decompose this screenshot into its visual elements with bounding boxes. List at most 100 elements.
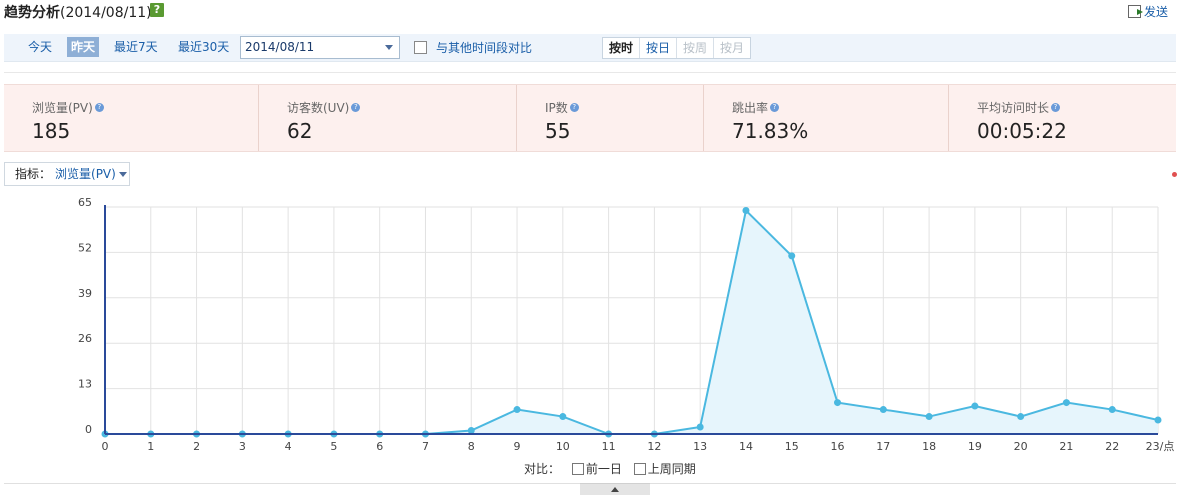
x-tick-label: 15 — [785, 440, 799, 453]
compare-last-week-checkbox[interactable] — [633, 463, 646, 475]
help-icon[interactable]: ? — [150, 3, 164, 17]
metric-label: 跳出率 — [732, 101, 769, 115]
send-button[interactable]: 发送 — [1127, 3, 1168, 20]
compare-last-week-label[interactable]: 上周同期 — [648, 462, 696, 476]
metric-pv: 浏览量(PV)? 185 — [4, 85, 259, 151]
indicator-label: 指标： — [15, 167, 52, 181]
x-tick-label: 16 — [831, 440, 845, 453]
metrics-summary: 浏览量(PV)? 185 访客数(UV)? 62 IP数? 55 跳出率? 71… — [4, 84, 1176, 152]
x-tick-label: 0 — [102, 440, 109, 453]
metric-label: 访客数(UV) — [287, 101, 350, 115]
x-tick-label: 9 — [514, 440, 521, 453]
question-icon[interactable]: ? — [1051, 103, 1061, 112]
granularity-month-button: 按月 — [720, 41, 745, 55]
x-tick-label: 10 — [556, 440, 570, 453]
metric-uv: 访客数(UV)? 62 — [259, 85, 517, 151]
x-tick-label: 8 — [468, 440, 475, 453]
metric-value: 185 — [32, 119, 71, 143]
data-point — [742, 206, 750, 214]
date-picker-value: 2014/08/11 — [245, 40, 315, 54]
metric-bounce-rate: 跳出率? 71.83% — [704, 85, 949, 151]
metric-avg-duration: 平均访问时长? 00:05:22 — [949, 85, 1176, 151]
granularity-week-button: 按周 — [677, 38, 715, 58]
x-tick-label: 21 — [1059, 440, 1073, 453]
title-bar: 趋势分析(2014/08/11) ? 发送 — [0, 0, 1178, 24]
y-tick-label: 39 — [78, 287, 92, 300]
send-icon — [1127, 5, 1143, 18]
compare-label[interactable]: 与其他时间段对比 — [436, 39, 532, 56]
metric-label: 浏览量(PV) — [32, 101, 93, 115]
legend-label: 对比： — [524, 462, 561, 476]
x-tick-label: 12 — [647, 440, 661, 453]
date-toolbar: 今天 昨天 最近7天 最近30天 2014/08/11 与其他时间段对比 按时 … — [4, 34, 1176, 62]
compare-legend: 对比： 前一日 上周同期 — [0, 460, 1178, 480]
compare-checkbox[interactable] — [414, 41, 427, 54]
x-tick-label: 23/点 — [1146, 440, 1175, 453]
granularity-hour-button[interactable]: 按时 — [603, 38, 641, 58]
data-point — [1154, 416, 1162, 424]
metric-value: 00:05:22 — [977, 119, 1067, 143]
date-picker[interactable]: 2014/08/11 — [240, 36, 400, 59]
range-7days-button[interactable]: 最近7天 — [110, 37, 162, 57]
question-icon[interactable]: ? — [770, 103, 780, 112]
data-point — [788, 252, 796, 260]
range-yesterday-button[interactable]: 昨天 — [67, 37, 100, 57]
y-tick-label: 26 — [78, 332, 92, 345]
x-tick-label: 7 — [422, 440, 429, 453]
page-title: 趋势分析(2014/08/11) — [4, 5, 152, 21]
x-tick-label: 3 — [239, 440, 246, 453]
x-tick-label: 17 — [876, 440, 890, 453]
series-line — [105, 208, 1159, 435]
data-point — [925, 413, 933, 421]
x-tick-label: 14 — [739, 440, 753, 453]
question-icon[interactable]: ? — [569, 103, 579, 112]
data-point — [971, 402, 979, 410]
x-tick-label: 4 — [285, 440, 292, 453]
metric-label: 平均访问时长 — [977, 101, 1050, 115]
metric-label: IP数 — [545, 101, 568, 115]
indicator-select[interactable]: 指标： 浏览量(PV) — [4, 162, 130, 186]
x-tick-label: 2 — [193, 440, 200, 453]
series-area — [105, 210, 1158, 434]
data-point — [559, 413, 567, 421]
edge-marker — [1172, 172, 1177, 177]
metric-ip: IP数? 55 — [517, 85, 704, 151]
x-tick-label: 11 — [602, 440, 616, 453]
divider — [4, 72, 1176, 73]
y-tick-label: 65 — [78, 196, 92, 209]
metric-value: 71.83% — [732, 119, 809, 143]
range-30days-button[interactable]: 最近30天 — [174, 37, 233, 57]
data-point — [1062, 399, 1070, 407]
data-point — [513, 406, 521, 414]
granularity-group: 按时 按日 按周 按月 — [602, 37, 752, 59]
compare-prev-day-label[interactable]: 前一日 — [586, 462, 622, 476]
data-point — [467, 427, 475, 435]
y-tick-label: 13 — [78, 378, 92, 391]
granularity-day-button[interactable]: 按日 — [640, 38, 678, 58]
x-tick-label: 6 — [376, 440, 383, 453]
trend-chart: 013263952650 1 2 3 4 5 6 7 8 9 10 11 12 13 14 15 16 17 18 1… — [78, 196, 1175, 453]
indicator-value: 浏览量(PV) — [55, 167, 116, 181]
data-point — [1108, 406, 1116, 414]
collapse-toggle[interactable] — [580, 483, 650, 495]
x-tick-label: 22 — [1105, 440, 1119, 453]
x-tick-label: 1 — [147, 440, 154, 453]
range-today-button[interactable]: 今天 — [24, 37, 56, 57]
x-tick-label: 18 — [922, 440, 936, 453]
metric-value: 62 — [287, 119, 313, 143]
x-tick-label: 20 — [1014, 440, 1028, 453]
x-tick-label: 13 — [693, 440, 707, 453]
metric-value: 55 — [545, 119, 571, 143]
question-icon[interactable]: ? — [94, 103, 104, 112]
x-tick-label: 5 — [330, 440, 337, 453]
data-point — [696, 423, 704, 431]
data-point — [834, 399, 842, 407]
x-tick-label: 19 — [968, 440, 982, 453]
y-tick-label: 0 — [85, 423, 92, 436]
question-icon[interactable]: ? — [351, 103, 361, 112]
send-label: 发送 — [1143, 5, 1168, 19]
chevron-down-icon — [118, 172, 127, 177]
data-point — [1017, 413, 1025, 421]
compare-prev-day-checkbox[interactable] — [571, 463, 584, 475]
y-tick-label: 52 — [78, 241, 92, 254]
